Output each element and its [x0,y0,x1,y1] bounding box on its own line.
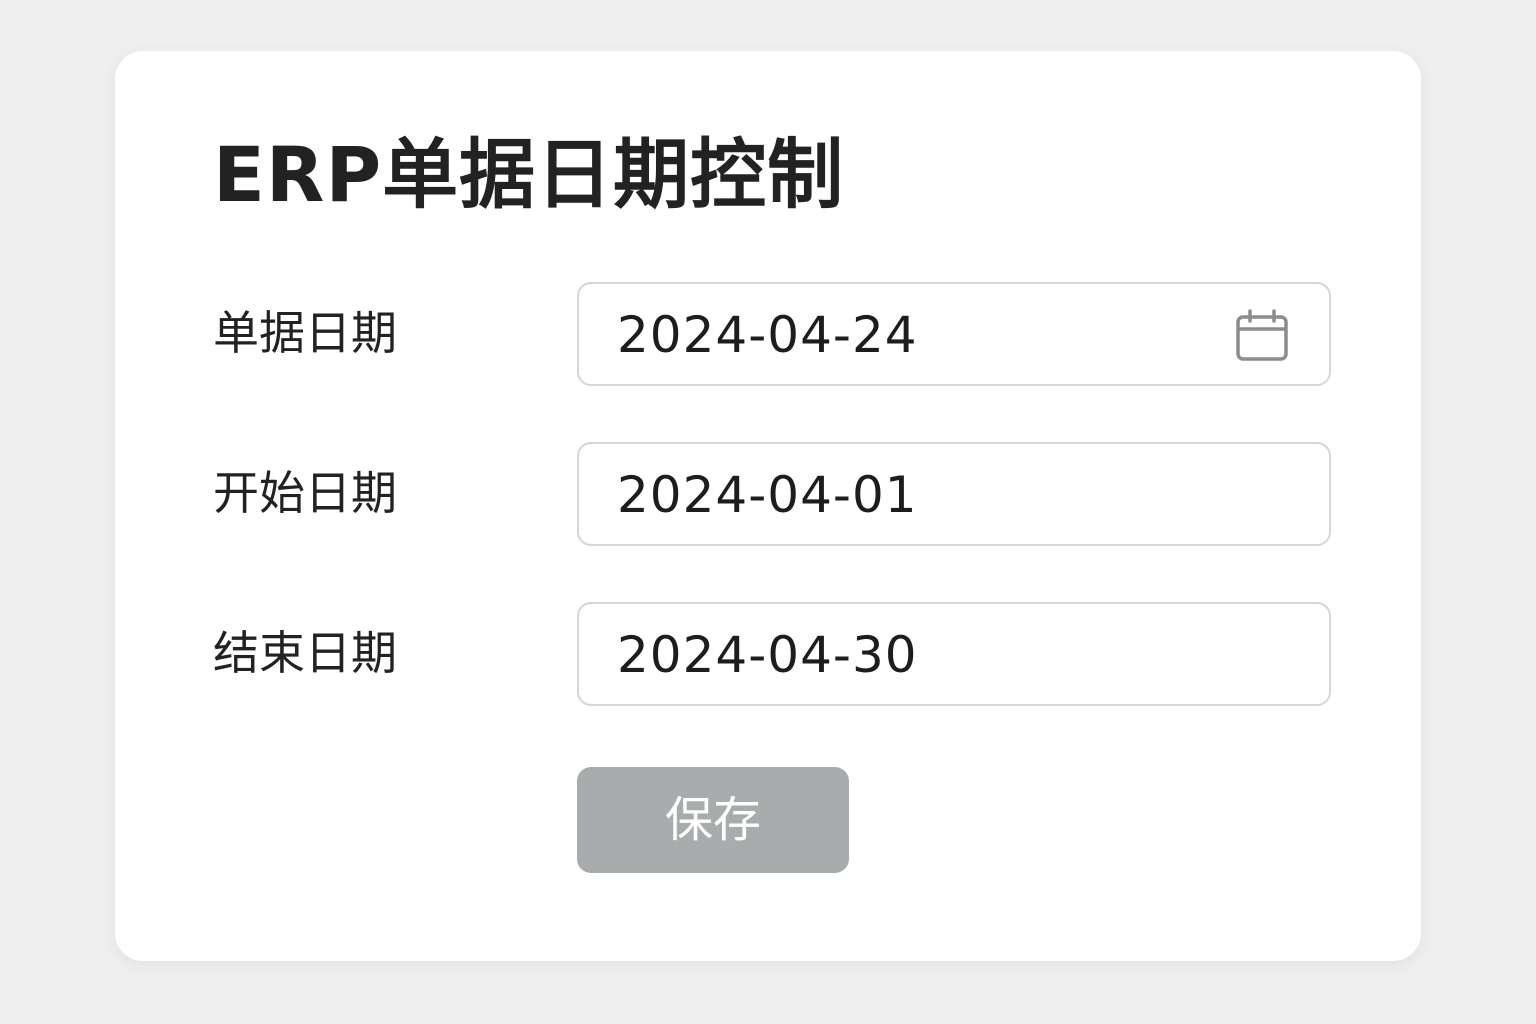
end-date-label: 结束日期 [213,626,397,680]
end-date-value: 2024-04-30 [617,626,918,684]
end-date-input[interactable]: 2024-04-30 [577,602,1331,706]
calendar-icon[interactable] [1235,309,1289,363]
start-date-input[interactable]: 2024-04-01 [577,442,1331,546]
document-date-label: 单据日期 [213,306,397,360]
save-button[interactable]: 保存 [577,767,849,873]
document-date-input[interactable]: 2024-04-24 [577,282,1331,386]
document-date-value: 2024-04-24 [617,306,918,364]
page-title: ERP单据日期控制 [213,130,845,219]
start-date-label: 开始日期 [213,466,397,520]
start-date-value: 2024-04-01 [617,466,918,524]
date-control-card: ERP单据日期控制 单据日期 2024-04-24 开始日期 2024-04-0… [115,51,1421,961]
